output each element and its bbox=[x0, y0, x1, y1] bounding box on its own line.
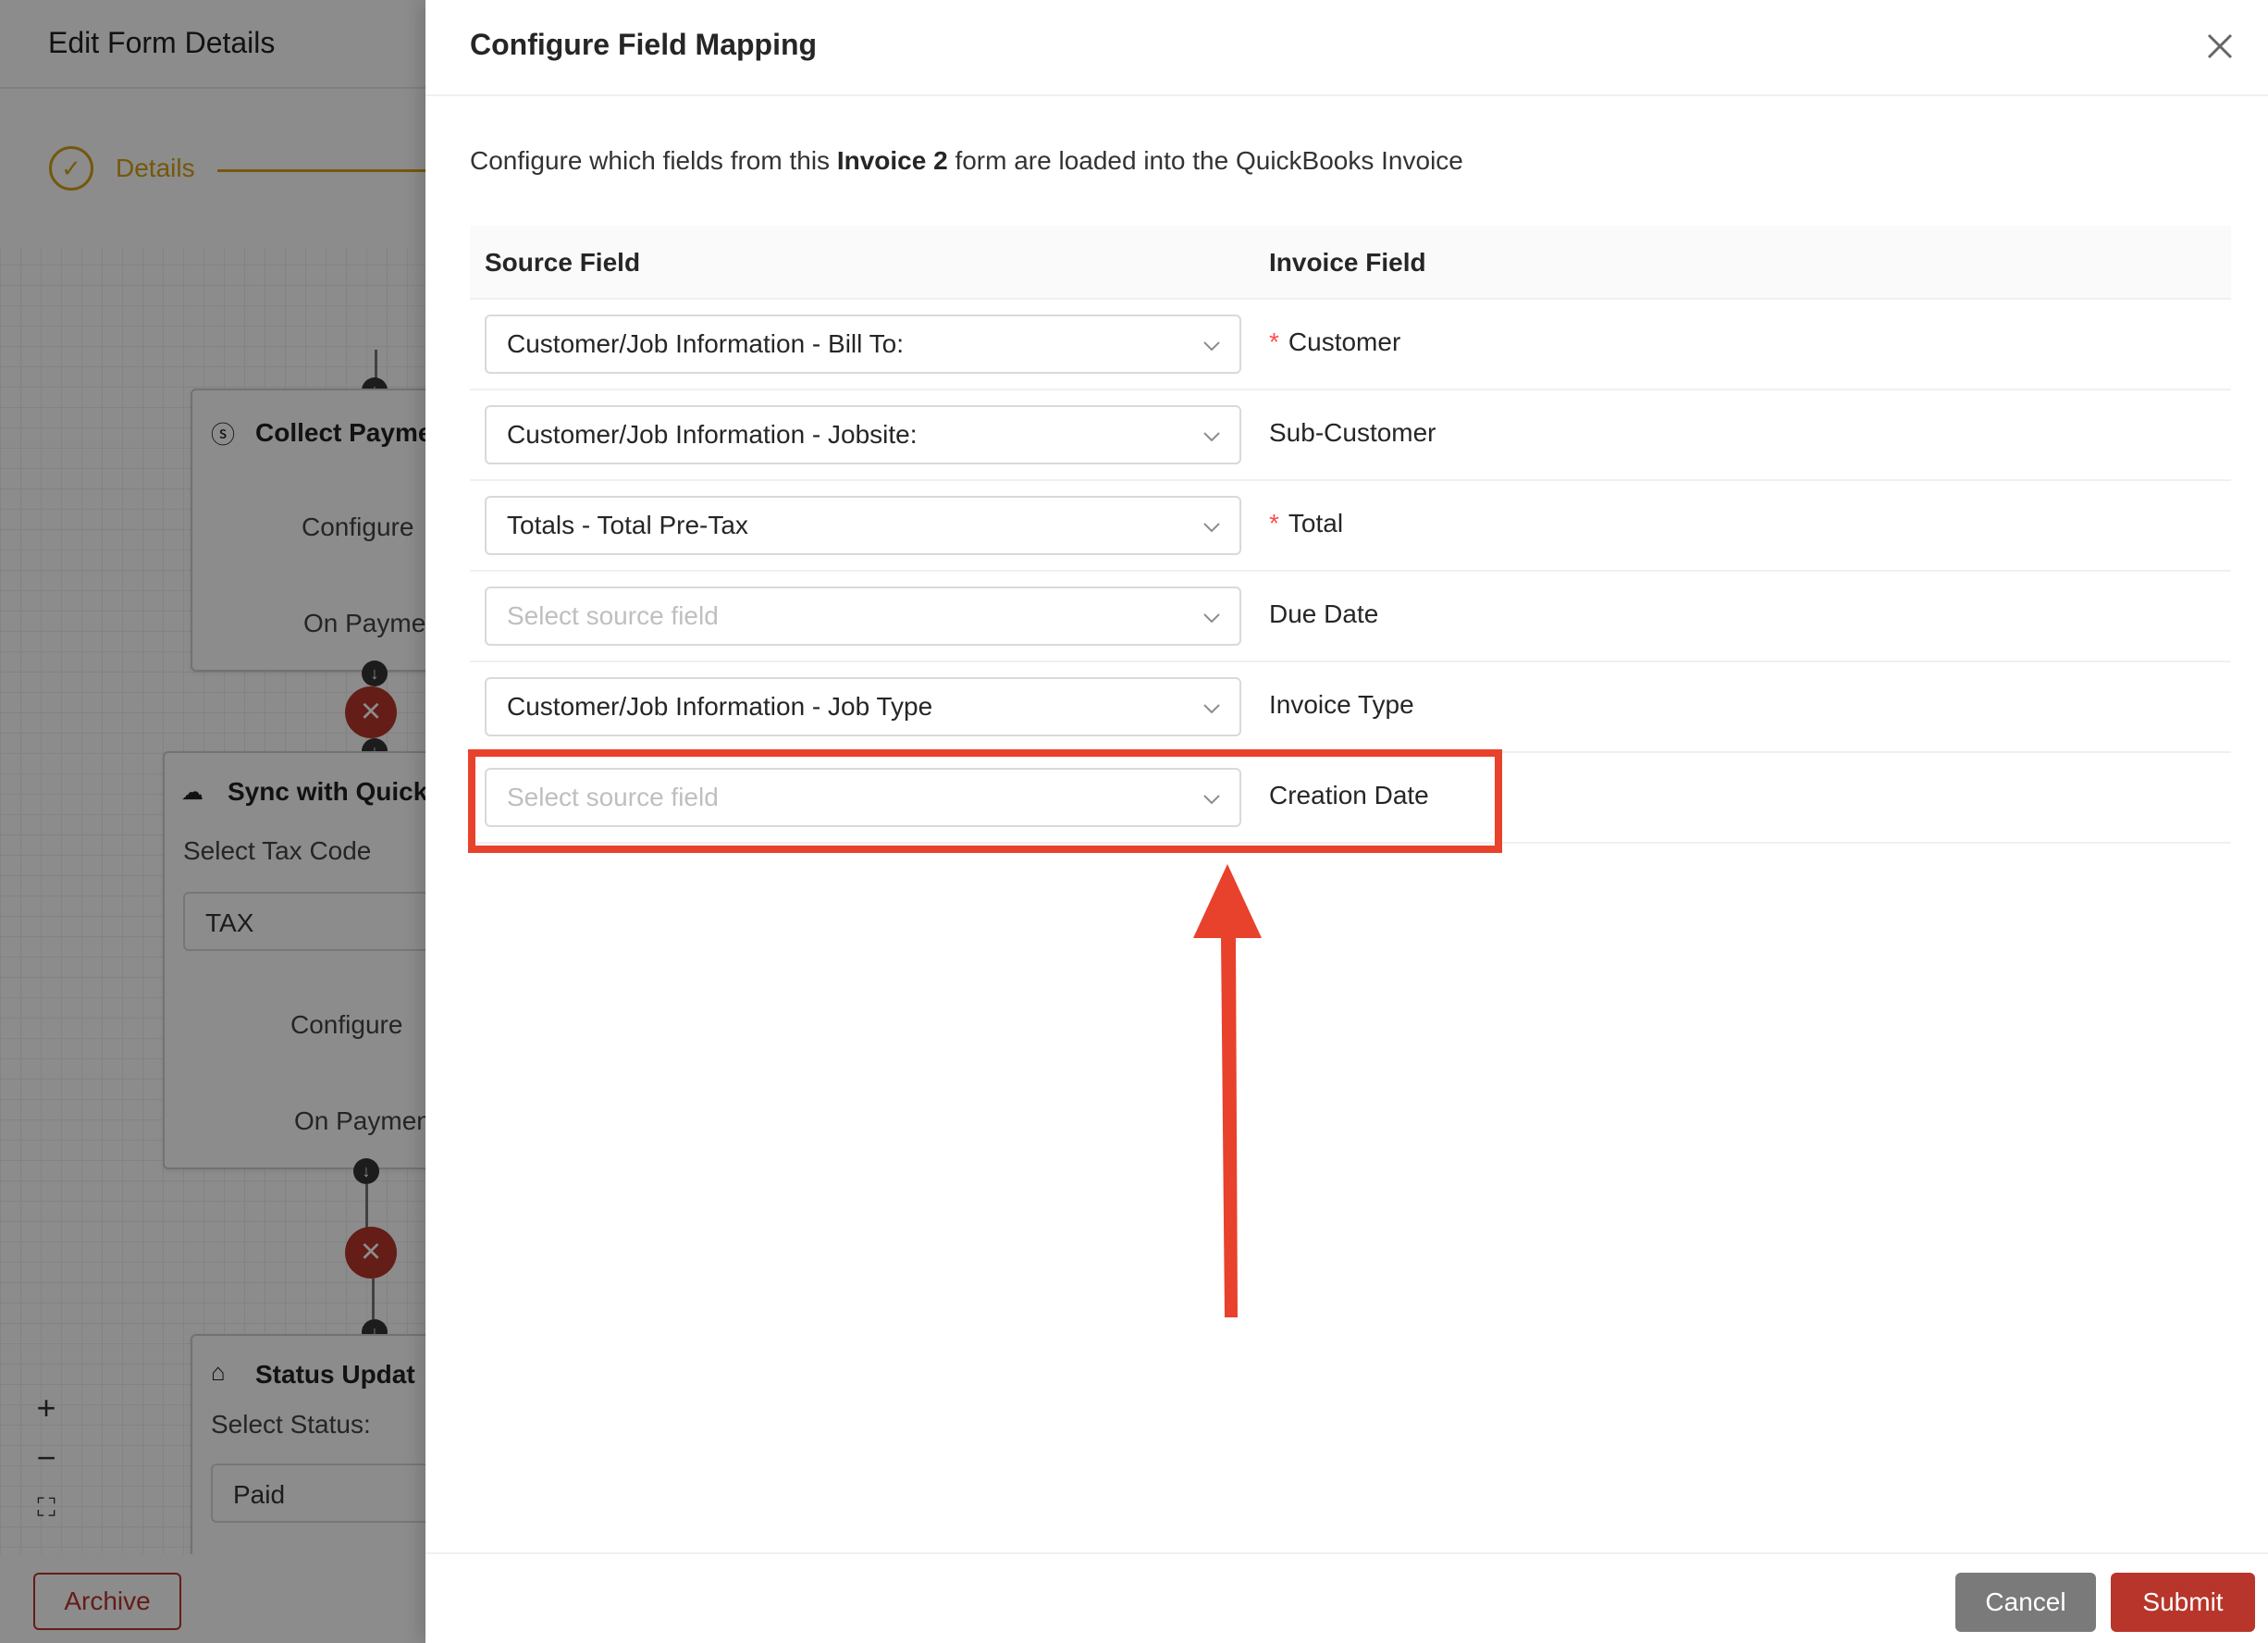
source-field-select[interactable]: Customer/Job Information - Jobsite: bbox=[485, 405, 1241, 464]
drawer-title: Configure Field Mapping bbox=[470, 28, 818, 61]
required-mark: * bbox=[1269, 509, 1279, 537]
invoice-field-label: Due Date bbox=[1269, 599, 1378, 629]
submit-button[interactable]: Submit bbox=[2111, 1573, 2255, 1632]
source-field-value: Totals - Total Pre-Tax bbox=[507, 511, 748, 539]
annotation-arrow bbox=[1193, 864, 1262, 1317]
drawer-description: Configure which fields from this Invoice… bbox=[470, 146, 1463, 176]
intro-form-name: Invoice 2 bbox=[836, 146, 948, 175]
annotation-highlight-box bbox=[468, 749, 1502, 853]
intro-suffix: form are loaded into the QuickBooks Invo… bbox=[947, 146, 1463, 175]
chevron-down-icon bbox=[1203, 432, 1220, 442]
table-row: Totals - Total Pre-Tax * Total bbox=[470, 481, 2231, 572]
drawer-header: Configure Field Mapping bbox=[425, 0, 2268, 96]
invoice-field-name: Invoice Type bbox=[1269, 690, 1414, 719]
invoice-field-name: Total bbox=[1288, 509, 1344, 537]
invoice-field-name: Customer bbox=[1288, 327, 1401, 356]
table-row: Customer/Job Information - Job Type Invoi… bbox=[470, 662, 2231, 753]
chevron-down-icon bbox=[1203, 341, 1220, 352]
invoice-field-label: * Customer bbox=[1269, 327, 1400, 357]
chevron-down-icon bbox=[1203, 704, 1220, 714]
source-field-value: Select source field bbox=[507, 601, 719, 630]
close-icon[interactable] bbox=[2198, 24, 2242, 68]
table-row: Customer/Job Information - Jobsite: Sub-C… bbox=[470, 390, 2231, 481]
invoice-field-label: Invoice Type bbox=[1269, 690, 1414, 720]
invoice-field-label: * Total bbox=[1269, 509, 1343, 538]
invoice-field-name: Sub-Customer bbox=[1269, 418, 1436, 447]
chevron-down-icon bbox=[1203, 613, 1220, 624]
invoice-field-name: Due Date bbox=[1269, 599, 1379, 628]
required-mark: * bbox=[1269, 327, 1279, 356]
source-field-select[interactable]: Totals - Total Pre-Tax bbox=[485, 496, 1241, 555]
column-header-invoice: Invoice Field bbox=[1269, 248, 1426, 277]
table-header: Source Field Invoice Field bbox=[470, 226, 2231, 300]
cancel-button[interactable]: Cancel bbox=[1955, 1573, 2096, 1632]
source-field-select[interactable]: Select source field bbox=[485, 587, 1241, 646]
source-field-value: Customer/Job Information - Bill To: bbox=[507, 329, 904, 358]
source-field-value: Customer/Job Information - Jobsite: bbox=[507, 420, 918, 449]
column-header-source: Source Field bbox=[485, 248, 641, 277]
source-field-select[interactable]: Customer/Job Information - Bill To: bbox=[485, 315, 1241, 374]
source-field-select[interactable]: Customer/Job Information - Job Type bbox=[485, 677, 1241, 736]
table-row: Select source field Due Date bbox=[470, 572, 2231, 662]
intro-prefix: Configure which fields from this bbox=[470, 146, 837, 175]
source-field-value: Customer/Job Information - Job Type bbox=[507, 692, 933, 721]
table-row: Customer/Job Information - Bill To: * Cust… bbox=[470, 300, 2231, 390]
invoice-field-label: Sub-Customer bbox=[1269, 418, 1436, 448]
chevron-down-icon bbox=[1203, 523, 1220, 533]
